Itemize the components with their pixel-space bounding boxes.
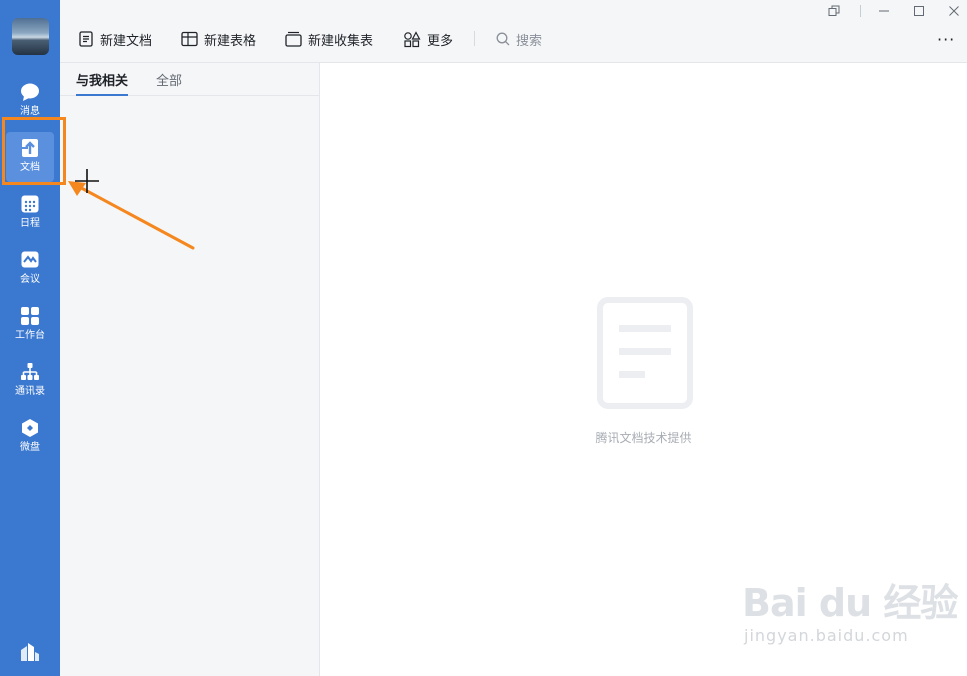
maximize-icon bbox=[914, 6, 924, 16]
sidebar-item-label: 日程 bbox=[20, 218, 40, 229]
sidebar-item-meetings[interactable]: 会议 bbox=[0, 246, 60, 298]
user-avatar[interactable] bbox=[12, 18, 49, 55]
apps-grid-icon bbox=[21, 307, 39, 325]
new-document-button[interactable]: 新建文档 bbox=[78, 28, 152, 50]
watermark-url: jingyan.baidu.com bbox=[744, 626, 909, 645]
window-divider bbox=[850, 2, 870, 20]
new-form-icon bbox=[285, 31, 302, 47]
more-button[interactable]: 更多 bbox=[403, 28, 453, 50]
close-button[interactable] bbox=[944, 2, 964, 20]
sidebar-item-drive[interactable]: 微盘 bbox=[0, 414, 60, 466]
search-placeholder: 搜索 bbox=[516, 33, 543, 49]
new-sheet-icon bbox=[181, 31, 198, 47]
new-document-icon bbox=[79, 31, 93, 47]
more-shapes-icon bbox=[404, 30, 421, 47]
pin-window-button[interactable] bbox=[824, 2, 844, 20]
minimize-icon bbox=[879, 10, 889, 12]
left-sidebar: 消息 文档 日程 会议 工作台 通讯录 微盘 bbox=[0, 0, 60, 676]
new-sheet-button[interactable]: 新建表格 bbox=[181, 28, 256, 50]
new-sheet-label: 新建表格 bbox=[204, 33, 257, 49]
tab-related-to-me[interactable]: 与我相关 bbox=[76, 70, 129, 96]
new-form-button[interactable]: 新建收集表 bbox=[285, 28, 373, 50]
pin-window-icon bbox=[828, 5, 840, 16]
sidebar-item-calendar[interactable]: 日程 bbox=[0, 190, 60, 242]
calendar-icon bbox=[21, 195, 39, 213]
sidebar-item-label: 微盘 bbox=[20, 442, 40, 453]
cloud-drive-icon bbox=[22, 419, 38, 437]
close-icon bbox=[949, 6, 959, 16]
baidu-watermark: Bai du 经验 jingyan.baidu.com bbox=[742, 572, 962, 662]
toolbar-divider bbox=[474, 31, 475, 46]
sidebar-item-label: 通讯录 bbox=[15, 386, 45, 397]
new-form-label: 新建收集表 bbox=[308, 33, 374, 49]
watermark-brand: Bai du 经验 bbox=[742, 581, 958, 625]
meeting-icon bbox=[21, 251, 39, 268]
sidebar-item-label: 会议 bbox=[20, 274, 40, 285]
new-document-label: 新建文档 bbox=[100, 33, 153, 49]
empty-document-icon bbox=[597, 297, 693, 409]
more-label: 更多 bbox=[427, 33, 454, 49]
overflow-menu-icon[interactable]: ··· bbox=[937, 30, 955, 49]
sidebar-item-contacts[interactable]: 通讯录 bbox=[0, 358, 60, 410]
minimize-button[interactable] bbox=[874, 2, 894, 20]
document-list-panel: 与我相关 全部 bbox=[60, 63, 320, 676]
building-icon[interactable] bbox=[19, 642, 41, 662]
maximize-button[interactable] bbox=[909, 2, 929, 20]
search-input[interactable]: 搜索 bbox=[496, 28, 542, 50]
chat-bubble-icon bbox=[21, 83, 39, 101]
list-tabs: 与我相关 全部 bbox=[60, 63, 319, 96]
org-chart-icon bbox=[21, 363, 39, 380]
sidebar-item-workbench[interactable]: 工作台 bbox=[0, 302, 60, 354]
crosshair-cursor-icon bbox=[75, 169, 99, 193]
empty-state-caption: 腾讯文档技术提供 bbox=[595, 431, 692, 445]
tab-all[interactable]: 全部 bbox=[156, 70, 182, 89]
search-icon bbox=[496, 32, 510, 46]
sidebar-item-label: 工作台 bbox=[15, 330, 45, 341]
top-toolbar: 新建文档 新建表格 新建收集表 更多 搜索 ··· bbox=[60, 0, 967, 63]
highlight-box bbox=[2, 117, 66, 185]
